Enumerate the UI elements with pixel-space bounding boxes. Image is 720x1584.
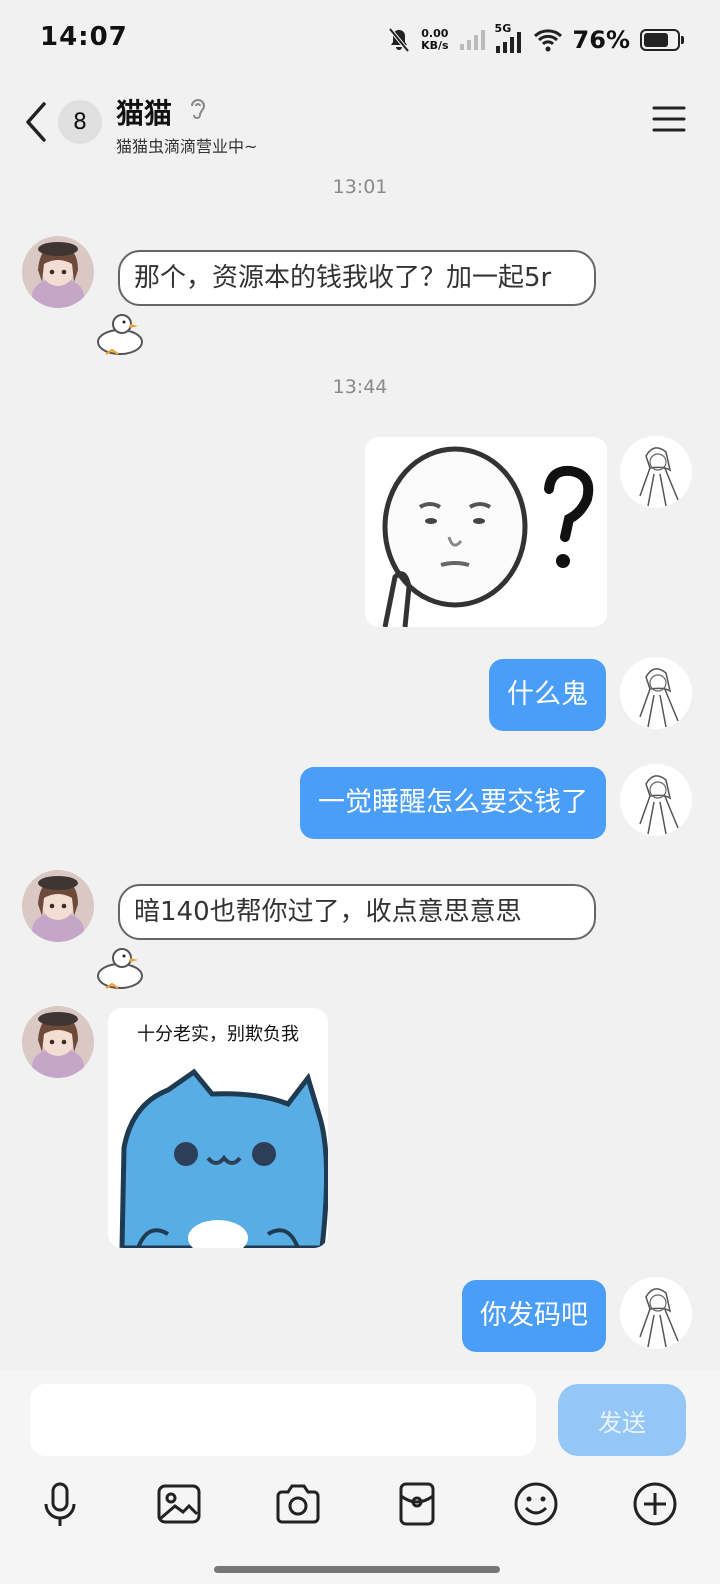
back-chevron-icon[interactable]: [22, 100, 52, 144]
message-bubble-left: 那个，资源本的钱我收了？加一起5r: [118, 250, 596, 306]
signal-weak-icon: [459, 30, 485, 50]
contact-avatar[interactable]: [22, 1006, 94, 1078]
status-bar: 14:07 0.00 KB/s 5G 76%: [0, 0, 720, 80]
contact-avatar[interactable]: [22, 870, 94, 942]
timestamp: 13:01: [332, 176, 388, 198]
battery-icon: [640, 29, 684, 51]
contact-avatar[interactable]: [22, 236, 94, 308]
menu-icon[interactable]: [652, 104, 686, 134]
sticker-blue-cat[interactable]: 十分老实，别欺负我: [108, 1008, 328, 1248]
image-icon[interactable]: [155, 1480, 203, 1528]
my-avatar[interactable]: [620, 1277, 692, 1349]
toolbar: [0, 1462, 720, 1542]
unread-count-badge[interactable]: 8: [58, 100, 102, 144]
camera-icon[interactable]: [274, 1480, 322, 1528]
my-avatar[interactable]: [620, 657, 692, 729]
home-indicator[interactable]: [214, 1566, 500, 1573]
plus-icon[interactable]: [631, 1480, 679, 1528]
wifi-icon: [533, 29, 562, 52]
network-speed-unit: KB/s: [421, 39, 449, 52]
duck-decoration-icon: [97, 948, 143, 989]
battery-percent: 76%: [572, 26, 630, 54]
message-bubble-right: 一觉睡醒怎么要交钱了: [300, 767, 606, 839]
send-button[interactable]: 发送: [558, 1384, 686, 1456]
chat-subtitle: 猫猫虫滴滴营业中~: [116, 137, 258, 156]
message-bubble-left: 暗140也帮你过了，收点意思意思: [118, 884, 596, 940]
message-bubble-right: 什么鬼: [489, 659, 606, 731]
message-input[interactable]: [30, 1384, 536, 1456]
red-packet-icon[interactable]: [393, 1480, 441, 1528]
my-avatar[interactable]: [620, 764, 692, 836]
network-speed: 0.00 KB/s: [421, 28, 448, 52]
signal-5g-icon: 5G: [495, 22, 523, 54]
mute-bell-icon: [388, 27, 410, 53]
duck-decoration-icon: [97, 314, 143, 355]
emoji-icon[interactable]: [512, 1480, 560, 1528]
chat-title[interactable]: 猫猫: [116, 92, 172, 132]
timestamp: 13:44: [332, 376, 388, 398]
my-avatar[interactable]: [620, 436, 692, 508]
sticker-question-face[interactable]: [365, 437, 607, 627]
status-time: 14:07: [40, 22, 128, 52]
message-bubble-right: 你发码吧: [462, 1280, 606, 1352]
composer-bar: 发送: [0, 1370, 720, 1584]
status-icons: 0.00 KB/s 5G 76%: [387, 22, 684, 58]
ear-icon: [191, 99, 206, 119]
microphone-icon[interactable]: [36, 1480, 84, 1528]
